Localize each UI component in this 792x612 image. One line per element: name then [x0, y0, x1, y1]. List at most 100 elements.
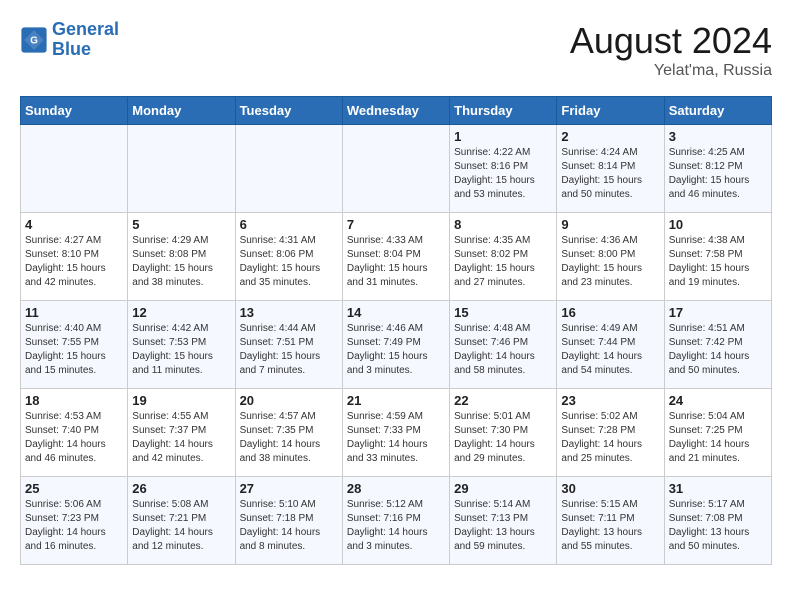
header-day-tuesday: Tuesday	[235, 97, 342, 125]
day-cell: 5 Sunrise: 4:29 AM Sunset: 8:08 PM Daylig…	[128, 213, 235, 301]
day-cell	[342, 125, 449, 213]
week-row-5: 25 Sunrise: 5:06 AM Sunset: 7:23 PM Dayli…	[21, 477, 772, 565]
logo-text-general: General	[52, 19, 119, 39]
day-cell: 18Sunrise: 4:53 AM Sunset: 7:40 PM Dayli…	[21, 389, 128, 477]
day-cell: 2Sunrise: 4:24 AM Sunset: 8:14 PM Daylig…	[557, 125, 664, 213]
day-info: Sunrise: 5:17 AM Sunset: 7:08 PM Dayligh…	[669, 498, 767, 554]
day-cell: 20Sunrise: 4:57 AM Sunset: 7:35 PM Dayli…	[235, 389, 342, 477]
day-number: 16	[561, 305, 659, 320]
day-cell	[128, 125, 235, 213]
day-cell: 27 Sunrise: 5:10 AM Sunset: 7:18 PM Dayli…	[235, 477, 342, 565]
day-number: 7	[347, 217, 445, 232]
day-info: Sunrise: 4:31 AM Sunset: 8:06 PM Dayligh…	[240, 234, 338, 290]
main-title: August 2024	[570, 20, 772, 62]
day-info: Sunrise: 5:04 AM Sunset: 7:25 PM Dayligh…	[669, 410, 767, 466]
day-number: 30	[561, 481, 659, 496]
logo-icon: G	[20, 26, 48, 54]
day-cell: 24Sunrise: 5:04 AM Sunset: 7:25 PM Dayli…	[664, 389, 771, 477]
day-info: Sunrise: 4:36 AM Sunset: 8:00 PM Dayligh…	[561, 234, 659, 290]
day-info: Sunrise: 4:22 AM Sunset: 8:16 PM Dayligh…	[454, 146, 552, 202]
day-number: 15	[454, 305, 552, 320]
day-info: Sunrise: 5:14 AM Sunset: 7:13 PM Dayligh…	[454, 498, 552, 554]
day-number: 25	[25, 481, 123, 496]
day-info: Sunrise: 4:55 AM Sunset: 7:37 PM Dayligh…	[132, 410, 230, 466]
day-number: 29	[454, 481, 552, 496]
day-info: Sunrise: 5:12 AM Sunset: 7:16 PM Dayligh…	[347, 498, 445, 554]
logo: G General Blue	[20, 20, 119, 60]
day-info: Sunrise: 5:08 AM Sunset: 7:21 PM Dayligh…	[132, 498, 230, 554]
day-number: 1	[454, 129, 552, 144]
day-number: 20	[240, 393, 338, 408]
day-info: Sunrise: 4:49 AM Sunset: 7:44 PM Dayligh…	[561, 322, 659, 378]
day-number: 27	[240, 481, 338, 496]
day-info: Sunrise: 5:01 AM Sunset: 7:30 PM Dayligh…	[454, 410, 552, 466]
subtitle: Yelat'ma, Russia	[570, 62, 772, 80]
day-cell: 4 Sunrise: 4:27 AM Sunset: 8:10 PM Daylig…	[21, 213, 128, 301]
day-info: Sunrise: 4:46 AM Sunset: 7:49 PM Dayligh…	[347, 322, 445, 378]
day-info: Sunrise: 5:15 AM Sunset: 7:11 PM Dayligh…	[561, 498, 659, 554]
day-cell: 11 Sunrise: 4:40 AM Sunset: 7:55 PM Dayli…	[21, 301, 128, 389]
day-number: 12	[132, 305, 230, 320]
day-info: Sunrise: 4:51 AM Sunset: 7:42 PM Dayligh…	[669, 322, 767, 378]
day-cell: 8 Sunrise: 4:35 AM Sunset: 8:02 PM Daylig…	[450, 213, 557, 301]
day-cell: 3 Sunrise: 4:25 AM Sunset: 8:12 PM Daylig…	[664, 125, 771, 213]
day-number: 31	[669, 481, 767, 496]
day-number: 10	[669, 217, 767, 232]
header-day-thursday: Thursday	[450, 97, 557, 125]
header-row: SundayMondayTuesdayWednesdayThursdayFrid…	[21, 97, 772, 125]
week-row-1: 1 Sunrise: 4:22 AM Sunset: 8:16 PM Daylig…	[21, 125, 772, 213]
day-cell: 23Sunrise: 5:02 AM Sunset: 7:28 PM Dayli…	[557, 389, 664, 477]
calendar-table: SundayMondayTuesdayWednesdayThursdayFrid…	[20, 96, 772, 565]
day-cell: 15 Sunrise: 4:48 AM Sunset: 7:46 PM Dayli…	[450, 301, 557, 389]
day-info: Sunrise: 4:29 AM Sunset: 8:08 PM Dayligh…	[132, 234, 230, 290]
day-number: 5	[132, 217, 230, 232]
day-info: Sunrise: 5:06 AM Sunset: 7:23 PM Dayligh…	[25, 498, 123, 554]
day-number: 17	[669, 305, 767, 320]
title-block: August 2024 Yelat'ma, Russia	[570, 20, 772, 80]
day-cell: 9 Sunrise: 4:36 AM Sunset: 8:00 PM Daylig…	[557, 213, 664, 301]
day-cell: 28 Sunrise: 5:12 AM Sunset: 7:16 PM Dayli…	[342, 477, 449, 565]
header-day-friday: Friday	[557, 97, 664, 125]
day-info: Sunrise: 4:33 AM Sunset: 8:04 PM Dayligh…	[347, 234, 445, 290]
day-cell	[235, 125, 342, 213]
day-info: Sunrise: 4:38 AM Sunset: 7:58 PM Dayligh…	[669, 234, 767, 290]
day-info: Sunrise: 4:40 AM Sunset: 7:55 PM Dayligh…	[25, 322, 123, 378]
day-info: Sunrise: 5:02 AM Sunset: 7:28 PM Dayligh…	[561, 410, 659, 466]
day-cell: 13 Sunrise: 4:44 AM Sunset: 7:51 PM Dayli…	[235, 301, 342, 389]
day-number: 13	[240, 305, 338, 320]
day-number: 22	[454, 393, 552, 408]
day-cell: 22 Sunrise: 5:01 AM Sunset: 7:30 PM Dayli…	[450, 389, 557, 477]
day-cell: 7 Sunrise: 4:33 AM Sunset: 8:04 PM Daylig…	[342, 213, 449, 301]
day-info: Sunrise: 4:35 AM Sunset: 8:02 PM Dayligh…	[454, 234, 552, 290]
header-day-saturday: Saturday	[664, 97, 771, 125]
day-cell: 14Sunrise: 4:46 AM Sunset: 7:49 PM Dayli…	[342, 301, 449, 389]
day-info: Sunrise: 5:10 AM Sunset: 7:18 PM Dayligh…	[240, 498, 338, 554]
day-number: 8	[454, 217, 552, 232]
day-number: 28	[347, 481, 445, 496]
header-day-sunday: Sunday	[21, 97, 128, 125]
day-info: Sunrise: 4:59 AM Sunset: 7:33 PM Dayligh…	[347, 410, 445, 466]
day-number: 4	[25, 217, 123, 232]
day-cell: 17 Sunrise: 4:51 AM Sunset: 7:42 PM Dayli…	[664, 301, 771, 389]
logo-text-blue: Blue	[52, 39, 91, 59]
day-cell: 21Sunrise: 4:59 AM Sunset: 7:33 PM Dayli…	[342, 389, 449, 477]
day-info: Sunrise: 4:48 AM Sunset: 7:46 PM Dayligh…	[454, 322, 552, 378]
day-info: Sunrise: 4:25 AM Sunset: 8:12 PM Dayligh…	[669, 146, 767, 202]
day-cell: 26Sunrise: 5:08 AM Sunset: 7:21 PM Dayli…	[128, 477, 235, 565]
header-day-wednesday: Wednesday	[342, 97, 449, 125]
week-row-2: 4 Sunrise: 4:27 AM Sunset: 8:10 PM Daylig…	[21, 213, 772, 301]
day-number: 19	[132, 393, 230, 408]
day-number: 3	[669, 129, 767, 144]
day-info: Sunrise: 4:24 AM Sunset: 8:14 PM Dayligh…	[561, 146, 659, 202]
day-cell: 29 Sunrise: 5:14 AM Sunset: 7:13 PM Dayli…	[450, 477, 557, 565]
day-number: 9	[561, 217, 659, 232]
day-cell: 1 Sunrise: 4:22 AM Sunset: 8:16 PM Daylig…	[450, 125, 557, 213]
day-info: Sunrise: 4:44 AM Sunset: 7:51 PM Dayligh…	[240, 322, 338, 378]
day-info: Sunrise: 4:53 AM Sunset: 7:40 PM Dayligh…	[25, 410, 123, 466]
day-cell: 12Sunrise: 4:42 AM Sunset: 7:53 PM Dayli…	[128, 301, 235, 389]
day-number: 11	[25, 305, 123, 320]
day-cell: 25 Sunrise: 5:06 AM Sunset: 7:23 PM Dayli…	[21, 477, 128, 565]
page-header: G General Blue August 2024 Yelat'ma, Rus…	[20, 20, 772, 80]
day-info: Sunrise: 4:27 AM Sunset: 8:10 PM Dayligh…	[25, 234, 123, 290]
week-row-4: 18Sunrise: 4:53 AM Sunset: 7:40 PM Dayli…	[21, 389, 772, 477]
